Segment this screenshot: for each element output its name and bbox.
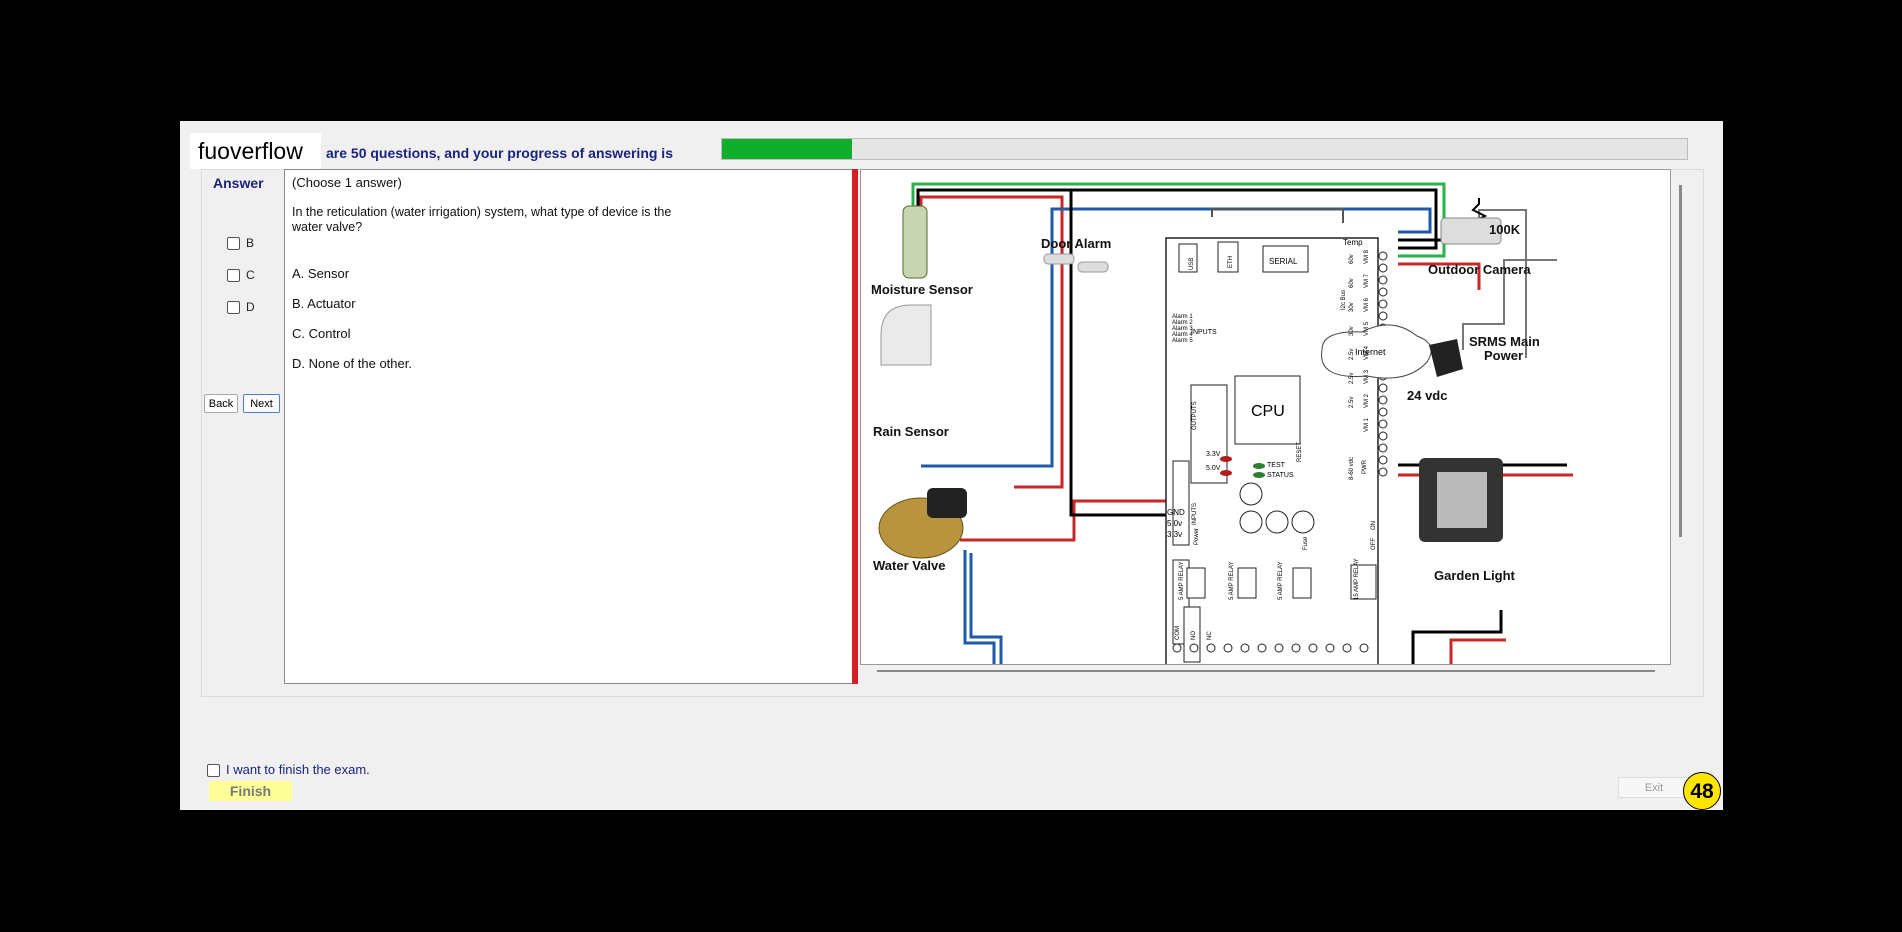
label-relay4: 15 AMP RELAY [1354,558,1360,600]
horizontal-scrollbar[interactable] [877,670,1655,672]
label-vdc: 24 vdc [1407,388,1447,403]
progress-fill [722,139,853,159]
label-serial: SERIAL [1269,257,1298,266]
label-resistor: 100K [1489,222,1521,237]
back-button[interactable]: Back [204,394,238,413]
question-panel: (Choose 1 answer) In the reticulation (w… [284,169,853,684]
label-v50: 5.0V [1206,465,1221,472]
label-power: Power [1194,528,1200,545]
label-vm1: VM 1 [1364,417,1370,432]
wiring-diagram: Moisture Sensor Rain Sensor Water Valve … [871,182,1573,664]
vertical-scrollbar[interactable] [1679,185,1682,537]
checkbox-box[interactable] [227,301,240,315]
label-inputs2: INPUTS [1192,503,1198,525]
label-gnd: GND [1167,508,1185,517]
label-vm2: VM 2 [1364,393,1370,408]
label-reset: RESET [1297,442,1303,462]
label-on: ON [1371,521,1377,530]
label-v33: 3.3V [1206,451,1221,458]
finish-exam-checkbox[interactable]: I want to finish the exam. [207,762,370,778]
label-relay2: 5 AMP RELAY [1229,562,1235,600]
label-vm5: VM 5 [1364,321,1370,336]
label-eth: ETH [1228,256,1234,268]
choice-d: D. None of the other. [292,356,412,371]
label-status: STATUS [1267,472,1294,479]
option-label: D [246,300,255,314]
label-garden: Garden Light [1434,568,1516,583]
question-diagram: Moisture Sensor Rain Sensor Water Valve … [860,169,1671,665]
label-v860: 8-60 vdc [1349,457,1355,480]
label-v25b: 2.5v [1349,373,1355,384]
label-inputs: INPUTS [1191,329,1217,336]
choice-c: C. Control [292,326,351,341]
label-cpu: CPU [1251,403,1285,420]
label-usb: USB [1189,258,1195,270]
label-fuse: Fuse [1303,536,1309,550]
valve-solenoid [927,488,967,518]
door-alarm-image [1043,253,1075,265]
option-c-checkbox[interactable]: C [227,268,255,283]
label-vm6: VM 6 [1364,297,1370,312]
finish-button[interactable]: Finish [209,781,292,801]
label-p33: 3.3v [1167,530,1182,539]
label-v60a: 60v [1349,254,1355,264]
choice-b: B. Actuator [292,296,356,311]
label-vm3: VM 3 [1364,369,1370,384]
power-adapter-image [1429,339,1463,377]
option-label: B [246,236,255,250]
label-v25c: 2.5v [1349,397,1355,408]
question-text-line2: water valve? [292,220,363,234]
label-relay1: 5 AMP RELAY [1179,562,1185,600]
label-vm7: VM 7 [1364,273,1370,288]
label-no: NO [1191,631,1197,640]
label-srms1: SRMS Main [1469,334,1540,349]
label-i2c: I2c Bus [1341,290,1347,310]
label-vm8: VM 8 [1364,249,1370,264]
label-relay3: 5 AMP RELAY [1278,562,1284,600]
label-camera: Outdoor Camera [1428,262,1531,277]
checkbox-box[interactable] [227,269,240,283]
label-v60b: 60v [1349,278,1355,288]
answer-title: Answer [213,175,264,191]
option-b-checkbox[interactable]: B [227,236,255,251]
label-nc: NC [1207,631,1213,640]
label-door: Door Alarm [1041,236,1111,251]
label-outputs: OUTPUTS [1192,401,1198,430]
question-number-badge: 48 [1683,772,1721,810]
question-instruction: (Choose 1 answer) [292,175,402,190]
label-p50: 5.0v [1167,519,1182,528]
label-vm4: VM 4 [1364,345,1370,360]
finish-check-label: I want to finish the exam. [226,762,370,777]
moisture-sensor-image [902,205,928,279]
label-v25a: 2.5v [1349,349,1355,360]
label-com: COM [1175,626,1181,640]
question-text-line1: In the reticulation (water irrigation) s… [292,205,672,219]
progress-bar [721,138,1688,160]
progress-text: are 50 questions, and your progress of a… [326,145,673,161]
label-test: TEST [1267,462,1286,469]
label-rain: Rain Sensor [873,424,949,439]
exam-window: fuoverflow are 50 questions, and your pr… [180,121,1723,810]
label-v30a: 30v [1349,302,1355,312]
exit-button[interactable]: Exit [1618,777,1690,798]
rain-sensor-image [880,304,932,366]
label-srms2: Power [1484,348,1523,363]
choice-a: A. Sensor [292,266,350,281]
label-off: OFF [1371,538,1377,550]
label-pwr: PWR [1362,459,1368,474]
checkbox-box[interactable] [207,764,220,778]
label-internet: Internet [1355,347,1386,357]
label-temp: Temp [1343,238,1363,247]
label-moisture: Moisture Sensor [871,282,973,297]
next-button[interactable]: Next [243,394,280,413]
label-v30b: 30v [1349,326,1355,336]
splitter-bar[interactable] [852,169,858,684]
checkbox-box[interactable] [227,237,240,251]
brand-label: fuoverflow [190,133,321,169]
option-label: C [246,268,255,282]
label-valve: Water Valve [873,558,946,573]
option-d-checkbox[interactable]: D [227,300,255,315]
label-alarm5: Alarm 5 [1172,338,1193,344]
